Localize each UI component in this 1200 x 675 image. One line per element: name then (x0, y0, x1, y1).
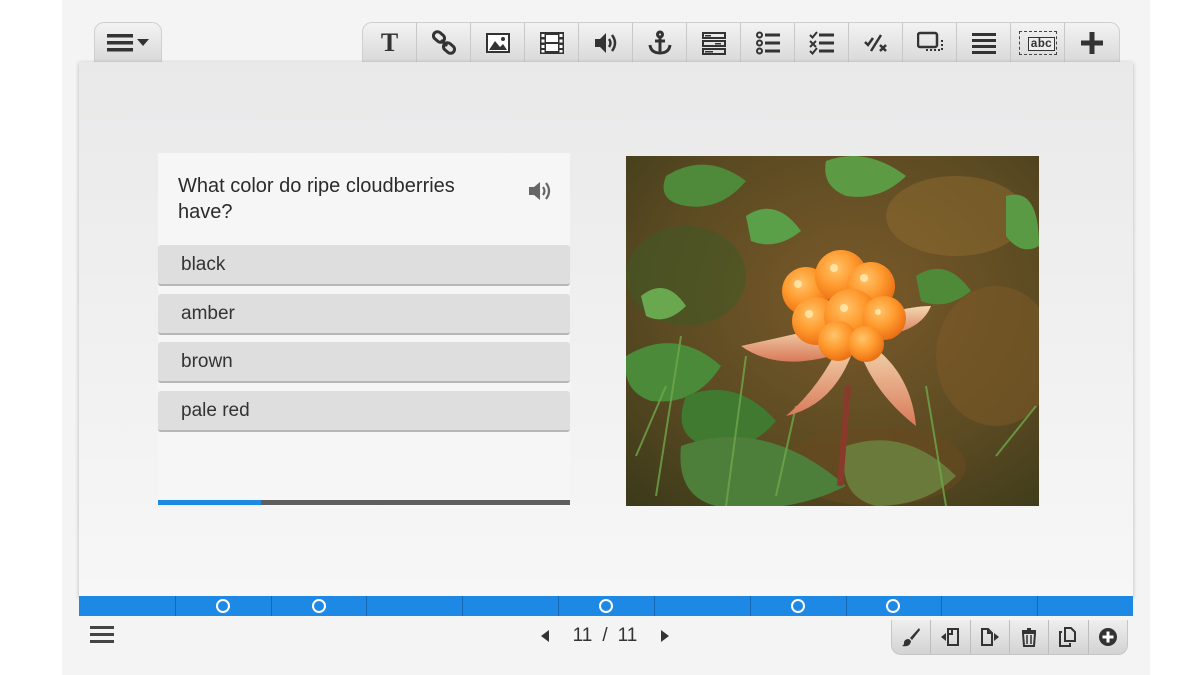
question-text: What color do ripe cloudberries have? (178, 175, 455, 223)
timeline-marker[interactable] (216, 599, 230, 613)
delete-page-button[interactable] (1010, 620, 1050, 654)
page-before-icon (941, 628, 960, 646)
image-icon (485, 33, 510, 53)
duplicate-page-button[interactable] (1049, 620, 1089, 654)
fill-blank-icon: abc (1018, 31, 1057, 55)
cloudberry-image (626, 156, 1039, 506)
insert-fill-blank-button[interactable]: abc (1011, 23, 1065, 63)
quiz-progress-fill (158, 500, 261, 505)
answer-option[interactable]: black (158, 245, 570, 286)
link-icon (431, 30, 456, 55)
cloudberry-photo (626, 156, 1039, 506)
hamburger-icon (107, 33, 133, 51)
plus-circle-icon (1098, 628, 1117, 646)
timeline-divider (846, 596, 847, 616)
lines-icon (971, 33, 996, 54)
timeline-marker[interactable] (791, 599, 805, 613)
page-actions-toolbar (891, 620, 1128, 655)
chevron-down-icon (137, 38, 149, 46)
timeline-divider (175, 596, 176, 616)
speaker-icon[interactable] (528, 180, 554, 202)
quiz-progress-bar (158, 500, 570, 505)
style-button[interactable] (892, 620, 932, 654)
checklist-icon (808, 31, 834, 55)
timeline-marker[interactable] (886, 599, 900, 613)
audio-icon (594, 33, 616, 53)
drag-drop-icon (916, 31, 943, 51)
text-icon: T (380, 28, 399, 57)
answer-option[interactable]: pale red (158, 391, 570, 432)
answer-option[interactable]: amber (158, 294, 570, 335)
insert-checklist-button[interactable] (795, 23, 849, 63)
timeline-divider (941, 596, 942, 616)
insert-image-button[interactable] (471, 23, 525, 63)
insert-page-before-button[interactable] (931, 620, 971, 654)
next-page-icon[interactable] (660, 630, 670, 642)
paintbrush-icon (902, 628, 921, 647)
timeline-divider (271, 596, 272, 616)
slide-timeline[interactable] (79, 596, 1133, 616)
page-indicator: 11 / 11 (573, 625, 638, 647)
timeline-divider (750, 596, 751, 616)
insert-list-button[interactable] (741, 23, 795, 63)
page-separator: / (602, 625, 608, 646)
insert-video-button[interactable] (525, 23, 579, 63)
timeline-divider (1037, 596, 1038, 616)
form-fields-icon (701, 32, 726, 55)
insert-anchor-button[interactable] (633, 23, 687, 63)
timeline-divider (558, 596, 559, 616)
current-page: 11 (572, 625, 593, 646)
duplicate-icon (1059, 627, 1077, 647)
timeline-divider (654, 596, 655, 616)
insert-text-button[interactable]: T (363, 23, 417, 63)
trash-icon (1022, 628, 1037, 647)
timeline-marker[interactable] (312, 599, 326, 613)
answer-option[interactable]: brown (158, 342, 570, 383)
anchor-icon (648, 30, 671, 55)
page-after-icon (980, 628, 999, 646)
previous-page-icon[interactable] (540, 630, 550, 642)
hamburger-icon[interactable] (90, 624, 114, 646)
insert-toolbar: T abc (362, 22, 1120, 63)
timeline-divider (462, 596, 463, 616)
list-icon (755, 31, 780, 55)
page-navigator: 11 / 11 (540, 624, 670, 648)
insert-link-button[interactable] (417, 23, 471, 63)
add-icon (1081, 32, 1103, 54)
insert-lines-button[interactable] (957, 23, 1011, 63)
insert-audio-button[interactable] (579, 23, 633, 63)
timeline-marker[interactable] (599, 599, 613, 613)
true-false-icon (863, 34, 887, 52)
quiz-card: What color do ripe cloudberries have? bl… (158, 153, 570, 506)
total-pages: 11 (617, 625, 638, 646)
insert-form-button[interactable] (687, 23, 741, 63)
insert-page-after-button[interactable] (971, 620, 1010, 654)
video-icon (539, 32, 564, 54)
add-content-button[interactable] (1065, 23, 1119, 63)
main-menu-button[interactable] (94, 22, 162, 62)
timeline-divider (366, 596, 367, 616)
insert-drag-drop-button[interactable] (903, 23, 957, 63)
add-page-button[interactable] (1089, 620, 1127, 654)
insert-true-false-button[interactable] (849, 23, 903, 63)
